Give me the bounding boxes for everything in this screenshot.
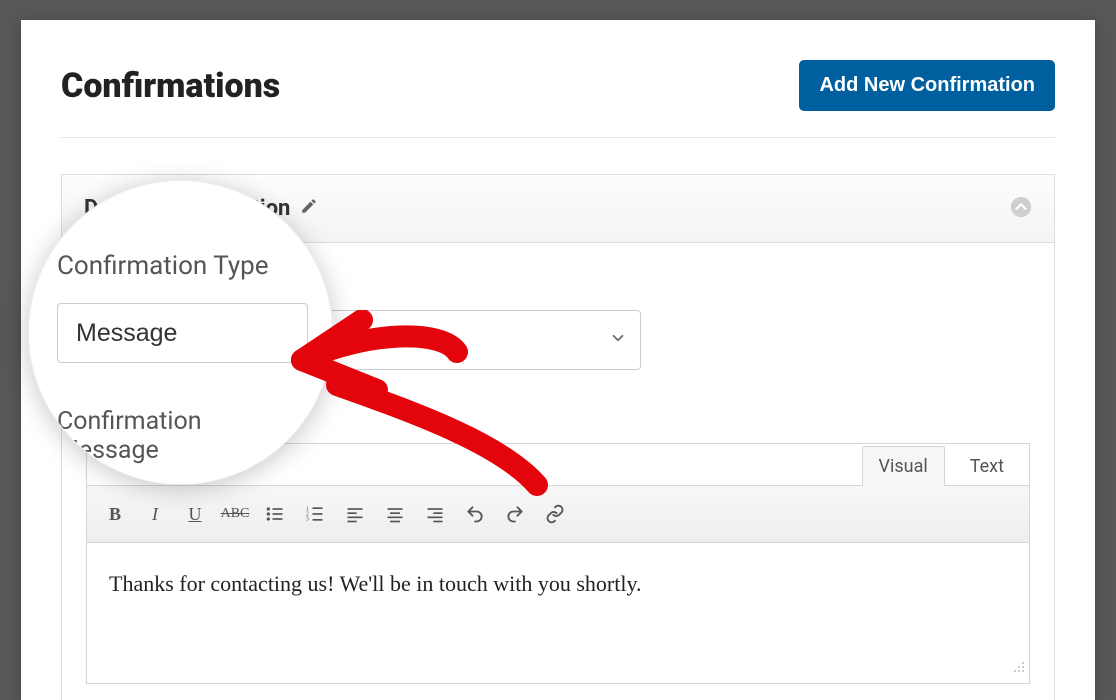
add-new-confirmation-button[interactable]: Add New Confirmation (799, 60, 1055, 111)
magnified-type-label: Confirmation Type (57, 251, 308, 281)
bold-icon[interactable]: B (97, 496, 133, 532)
rich-text-editor: Visual Text B I U ABC 123 (86, 443, 1030, 684)
undo-icon[interactable] (457, 496, 493, 532)
tab-visual[interactable]: Visual (862, 446, 945, 486)
bulleted-list-icon[interactable] (257, 496, 293, 532)
tab-text[interactable]: Text (953, 446, 1021, 486)
divider (61, 137, 1055, 138)
editor-text: Thanks for contacting us! We'll be in to… (109, 571, 642, 596)
editor-toolbar: B I U ABC 123 (87, 486, 1029, 543)
strikethrough-icon[interactable]: ABC (217, 496, 253, 532)
pencil-icon[interactable] (300, 196, 318, 221)
page-title: Confirmations (61, 66, 280, 106)
align-right-icon[interactable] (417, 496, 453, 532)
editor-content[interactable]: Thanks for contacting us! We'll be in to… (87, 543, 1029, 683)
header-row: Confirmations Add New Confirmation (61, 60, 1055, 111)
chevron-up-icon[interactable] (1010, 196, 1032, 222)
link-icon[interactable] (537, 496, 573, 532)
redo-icon[interactable] (497, 496, 533, 532)
numbered-list-icon[interactable]: 123 (297, 496, 333, 532)
align-center-icon[interactable] (377, 496, 413, 532)
resize-grip-icon[interactable] (1012, 654, 1026, 680)
svg-text:3: 3 (306, 517, 309, 523)
magnifier-overlay: Confirmation Type Confirmation Message (28, 180, 333, 485)
italic-icon[interactable]: I (137, 496, 173, 532)
align-left-icon[interactable] (337, 496, 373, 532)
underline-icon[interactable]: U (177, 496, 213, 532)
magnified-type-select[interactable] (57, 303, 308, 363)
